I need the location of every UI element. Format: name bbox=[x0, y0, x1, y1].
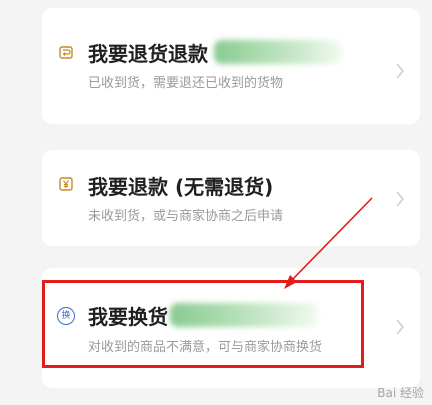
option-title: 我要退款 (无需退货) bbox=[88, 175, 274, 199]
highlight-box bbox=[42, 280, 364, 368]
option-subtitle: 未收到货，或与商家协商之后申请 bbox=[88, 209, 284, 224]
chevron-right-icon bbox=[396, 63, 405, 79]
return-box-icon bbox=[58, 44, 74, 60]
option-refund-only[interactable]: 我要退款 (无需退货) 未收到货，或与商家协商之后申请 bbox=[42, 150, 420, 246]
yen-icon bbox=[58, 176, 74, 192]
watermark: Bai 经验 bbox=[377, 386, 424, 400]
redacted-blur bbox=[214, 40, 342, 64]
refund-options-page: 我要退货退款 已收到货，需要退还已收到的货物 我要退款 (无需退货) 未收到货，… bbox=[0, 0, 432, 405]
option-subtitle: 已收到货，需要退还已收到的货物 bbox=[88, 76, 284, 91]
option-title: 我要退货退款 bbox=[88, 42, 208, 66]
chevron-right-icon bbox=[396, 191, 405, 207]
option-return-refund[interactable]: 我要退货退款 已收到货，需要退还已收到的货物 bbox=[42, 8, 420, 124]
chevron-right-icon bbox=[396, 319, 405, 335]
